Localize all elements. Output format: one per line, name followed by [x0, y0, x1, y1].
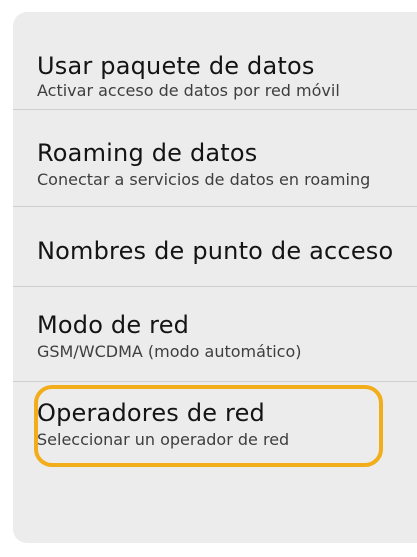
list-item-usar-paquete-datos[interactable]: Usar paquete de datos Activar acceso de … — [13, 52, 417, 101]
item-title: Operadores de red — [37, 399, 265, 427]
item-title: Roaming de datos — [37, 139, 258, 167]
item-subtitle: Conectar a servicios de datos en roaming — [37, 170, 371, 189]
item-subtitle: Activar acceso de datos por red móvil — [37, 81, 340, 100]
list-item-operadores-red[interactable]: Operadores de red Seleccionar un operado… — [13, 399, 417, 450]
divider — [13, 206, 417, 207]
item-title: Modo de red — [37, 311, 190, 339]
list-item-apn[interactable]: Nombres de punto de acceso — [13, 237, 417, 265]
divider — [13, 109, 417, 110]
settings-panel: Usar paquete de datos Activar acceso de … — [13, 12, 417, 543]
item-subtitle: GSM/WCDMA (modo automático) — [37, 342, 302, 361]
screen: Usar paquete de datos Activar acceso de … — [0, 0, 417, 557]
list-item-roaming-datos[interactable]: Roaming de datos Conectar a servicios de… — [13, 139, 417, 190]
divider — [13, 286, 417, 287]
list-item-modo-red[interactable]: Modo de red GSM/WCDMA (modo automático) — [13, 311, 417, 362]
item-title: Usar paquete de datos — [37, 52, 315, 80]
item-title: Nombres de punto de acceso — [37, 237, 394, 265]
item-subtitle: Seleccionar un operador de red — [37, 430, 290, 449]
divider — [13, 381, 417, 382]
